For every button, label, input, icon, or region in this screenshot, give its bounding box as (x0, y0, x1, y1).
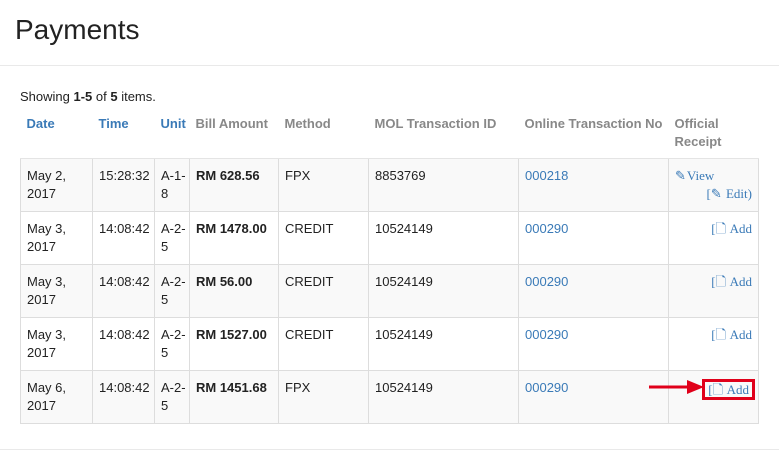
receipt-add-link[interactable]: [🗋 Add (711, 221, 752, 236)
table-header-row: Date Time Unit Bill Amount Method MOL Tr… (20, 107, 759, 159)
title-divider (0, 65, 779, 66)
unit-cell: A-2-5 (154, 369, 190, 424)
time-cell: 15:28:32 (92, 157, 155, 212)
summary-total: 5 (110, 89, 118, 104)
bill-amount-cell: RM 628.56 (189, 157, 279, 212)
official-receipt-cell: [🗋 Add (668, 210, 759, 265)
online-transaction-no-link[interactable]: 000218 (518, 157, 669, 212)
date-column-header[interactable]: Date (20, 107, 93, 159)
unit-column-header[interactable]: Unit (154, 107, 190, 159)
receipt-add-link[interactable]: [🗋 Add (702, 378, 755, 400)
method-cell: FPX (278, 369, 369, 424)
mol-transaction-id-cell: 10524149 (368, 263, 519, 318)
mol-transaction-id-cell: 8853769 (368, 157, 519, 212)
time-cell: 14:08:42 (92, 316, 155, 371)
bill-amount-column-header: Bill Amount (189, 107, 279, 159)
file-icon: [🗋 (711, 220, 727, 236)
date-cell: May 6, 2017 (20, 369, 93, 424)
method-column-header: Method (278, 107, 369, 159)
official-receipt-cell: [🗋 Add (668, 369, 759, 424)
receipt-view-label: View (686, 167, 715, 183)
mol-transaction-id-cell: 10524149 (368, 316, 519, 371)
file-icon: [🗋 (711, 326, 727, 342)
time-cell: 14:08:42 (92, 369, 155, 424)
online-transaction-no-link[interactable]: 000290 (518, 369, 669, 424)
arrow-right-icon (649, 380, 704, 394)
date-cell: May 3, 2017 (20, 263, 93, 318)
mol-transaction-id-column-header: MOL Transaction ID (368, 107, 519, 159)
online-transaction-no-link[interactable]: 000290 (518, 316, 669, 371)
bill-amount-cell: RM 1451.68 (189, 369, 279, 424)
official-receipt-cell: [🗋 Add (668, 263, 759, 318)
receipt-edit-link[interactable]: [✎ Edit) (707, 186, 753, 201)
receipt-add-link[interactable]: [🗋 Add (711, 327, 752, 342)
date-cell: May 3, 2017 (20, 316, 93, 371)
summary-middle: of (92, 89, 111, 104)
summary-text: Showing 1-5 of 5 items. (20, 89, 156, 104)
date-cell: May 2, 2017 (20, 157, 93, 212)
online-transaction-no-link[interactable]: 000290 (518, 263, 669, 318)
receipt-add-link[interactable]: [🗋 Add (711, 274, 752, 289)
receipt-edit-label: Edit (725, 185, 748, 201)
official-receipt-cell: ✎View [✎ Edit) (668, 157, 759, 212)
unit-cell: A-2-5 (154, 210, 190, 265)
mol-transaction-id-cell: 10524149 (368, 210, 519, 265)
bill-amount-cell: RM 1527.00 (189, 316, 279, 371)
edit-icon: [✎ (706, 185, 722, 201)
summary-suffix: items. (117, 89, 156, 104)
receipt-add-label: Add (729, 273, 752, 289)
receipt-add-label: Add (729, 326, 752, 342)
payments-table: Date Time Unit Bill Amount Method MOL Tr… (20, 107, 759, 424)
online-transaction-no-column-header: Online Transaction No (518, 107, 669, 159)
table-row: May 3, 2017 14:08:42 A-2-5 RM 1478.00 CR… (20, 210, 759, 265)
summary-prefix: Showing (20, 89, 74, 104)
time-cell: 14:08:42 (92, 210, 155, 265)
method-cell: CREDIT (278, 263, 369, 318)
tag-icon: ✎ (675, 167, 686, 183)
receipt-add-label: Add (729, 220, 752, 236)
page-title: Payments (15, 14, 140, 45)
bottom-divider (0, 449, 779, 450)
summary-range: 1-5 (73, 89, 93, 104)
receipt-add-label: Add (726, 381, 749, 397)
unit-cell: A-2-5 (154, 316, 190, 371)
official-receipt-cell: [🗋 Add (668, 316, 759, 371)
time-cell: 14:08:42 (92, 263, 155, 318)
official-receipt-column-header: Official Receipt (668, 107, 759, 159)
file-icon: [🗋 (708, 381, 724, 397)
bill-amount-cell: RM 56.00 (189, 263, 279, 318)
table-row: May 3, 2017 14:08:42 A-2-5 RM 1527.00 CR… (20, 316, 759, 371)
table-row: May 2, 2017 15:28:32 A-1-8 RM 628.56 FPX… (20, 157, 759, 212)
time-column-header[interactable]: Time (92, 107, 155, 159)
date-cell: May 3, 2017 (20, 210, 93, 265)
file-icon: [🗋 (711, 273, 727, 289)
unit-cell: A-1-8 (154, 157, 190, 212)
receipt-view-link[interactable]: ✎View (675, 168, 714, 183)
mol-transaction-id-cell: 10524149 (368, 369, 519, 424)
table-row: May 3, 2017 14:08:42 A-2-5 RM 56.00 CRED… (20, 263, 759, 318)
bill-amount-cell: RM 1478.00 (189, 210, 279, 265)
method-cell: CREDIT (278, 316, 369, 371)
unit-cell: A-2-5 (154, 263, 190, 318)
table-row: May 6, 2017 14:08:42 A-2-5 RM 1451.68 FP… (20, 369, 759, 424)
method-cell: FPX (278, 157, 369, 212)
method-cell: CREDIT (278, 210, 369, 265)
online-transaction-no-link[interactable]: 000290 (518, 210, 669, 265)
